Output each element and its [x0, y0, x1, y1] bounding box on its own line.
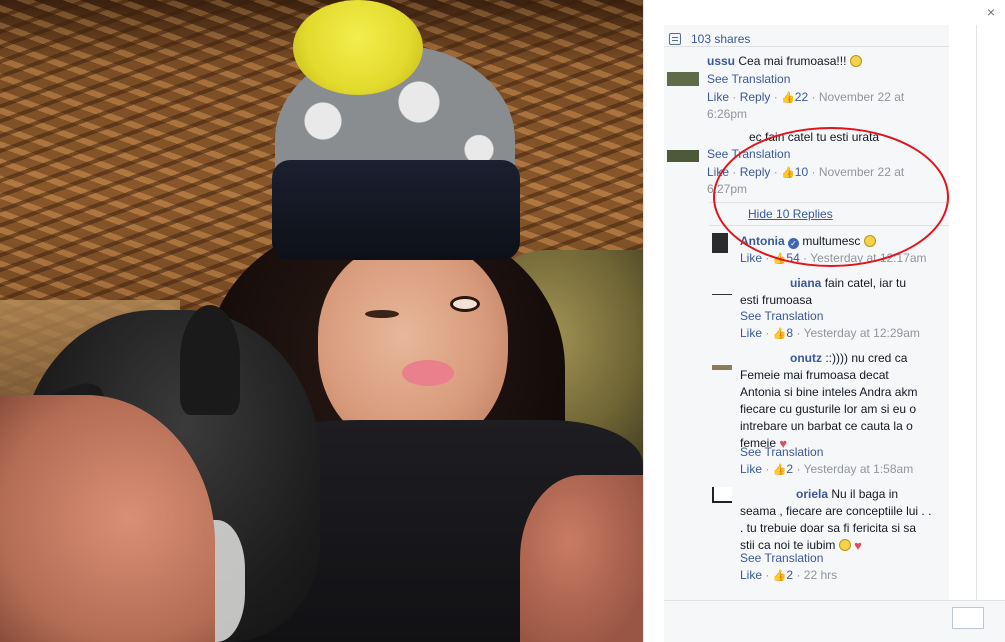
- timestamp[interactable]: 22 hrs: [804, 568, 837, 582]
- lips: [402, 360, 454, 386]
- hide-replies-link[interactable]: Hide 10 Replies: [748, 206, 833, 223]
- reply-actions: Like · 👍2 · 22 hrs: [740, 567, 837, 585]
- comment-author[interactable]: ussu: [707, 54, 735, 68]
- like-count[interactable]: 👍54: [773, 251, 800, 265]
- reply-link[interactable]: Reply: [740, 90, 771, 104]
- divider: [709, 202, 949, 203]
- reply-link[interactable]: Reply: [740, 165, 771, 179]
- thumbs-up-icon: 👍: [781, 92, 795, 104]
- like-count[interactable]: 👍8: [773, 326, 793, 340]
- see-translation-link[interactable]: See Translation: [740, 444, 823, 461]
- comment-text: ussu Cea mai frumoasa!!!: [707, 53, 862, 70]
- emoji-icon: [838, 539, 851, 551]
- pompom: [293, 0, 423, 95]
- beanie-band: [272, 160, 520, 260]
- see-translation-link[interactable]: See Translation: [707, 146, 790, 163]
- timestamp-cont: 6:26pm: [707, 107, 748, 121]
- emoji-icon: [849, 55, 862, 67]
- like-link[interactable]: Like: [707, 90, 729, 104]
- comment-actions: Like · Reply · 👍10 · November 22 at: [707, 164, 917, 182]
- avatar[interactable]: [712, 294, 732, 295]
- timestamp-cont: 6:27pm: [707, 182, 748, 196]
- like-link[interactable]: Like: [740, 326, 762, 340]
- reply-text: onutz ::)))) nu cred ca Femeie mai frumo…: [740, 351, 918, 451]
- reply-actions: Like · 👍2 · Yesterday at 1:58am: [740, 461, 913, 479]
- timestamp[interactable]: November 22 at: [819, 90, 904, 104]
- comment-footer: [664, 600, 1005, 642]
- thumbs-up-icon: 👍: [772, 328, 787, 340]
- comments-panel: × 103 shares ussu Cea mai frumoasa!!! Se…: [643, 0, 1005, 642]
- divider: [709, 225, 949, 226]
- see-translation-link[interactable]: See Translation: [740, 308, 823, 325]
- eye: [365, 310, 399, 318]
- see-translation-link[interactable]: See Translation: [707, 71, 790, 88]
- arm: [520, 475, 643, 642]
- thumbs-up-icon: 👍: [781, 167, 795, 179]
- like-link[interactable]: Like: [740, 251, 762, 265]
- reply-text: uiana fain catel, iar tu esti frumoasa: [740, 276, 907, 307]
- shares-row: 103 shares: [664, 29, 949, 47]
- thumbs-up-icon: 👍: [772, 570, 787, 582]
- photo: [0, 0, 643, 642]
- dog-ear: [180, 305, 240, 415]
- like-count[interactable]: 👍2: [773, 462, 793, 476]
- eye: [450, 296, 480, 312]
- comment-input[interactable]: [952, 607, 984, 629]
- see-translation-link[interactable]: See Translation: [740, 550, 823, 567]
- like-link[interactable]: Like: [707, 165, 729, 179]
- thumbs-up-icon: 👍: [772, 464, 787, 476]
- thumbs-up-icon: 👍: [772, 253, 787, 265]
- comments-list: 103 shares ussu Cea mai frumoasa!!! See …: [664, 25, 949, 600]
- comment-actions: Like · Reply · 👍22 · November 22 at: [707, 89, 917, 107]
- verified-icon: ✓: [788, 238, 800, 249]
- timestamp[interactable]: Yesterday at 12:17am: [810, 251, 926, 265]
- avatar[interactable]: [667, 150, 699, 162]
- reply-text: Antonia ✓ multumesc: [740, 233, 876, 250]
- close-button[interactable]: ×: [983, 4, 999, 20]
- reply-actions: Like · 👍8 · Yesterday at 12:29am: [740, 325, 920, 343]
- like-count[interactable]: 👍22: [781, 90, 808, 104]
- like-count[interactable]: 👍2: [773, 568, 793, 582]
- comment-text: ec fain catel tu esti urata: [749, 130, 880, 144]
- like-link[interactable]: Like: [740, 462, 762, 476]
- avatar[interactable]: [667, 72, 699, 86]
- timestamp[interactable]: Yesterday at 1:58am: [804, 462, 914, 476]
- panel-edge: [976, 25, 1005, 600]
- reply-author[interactable]: uiana: [790, 276, 821, 290]
- heart-icon: ♥: [854, 538, 862, 553]
- reply-actions: Like · 👍54 · Yesterday at 12:17am: [740, 250, 927, 268]
- scroll-gutter: [949, 25, 979, 600]
- reply-author[interactable]: onutz: [790, 351, 822, 365]
- shares-icon: [669, 33, 681, 45]
- like-count[interactable]: 👍10: [781, 165, 808, 179]
- timestamp[interactable]: Yesterday at 12:29am: [804, 326, 920, 340]
- reply-author[interactable]: Antonia: [740, 234, 785, 248]
- avatar[interactable]: [712, 365, 732, 370]
- reply-author[interactable]: oriela: [796, 487, 828, 501]
- reply-text: oriela Nu il baga in seama , fiecare are…: [740, 487, 932, 553]
- emoji-icon: [863, 235, 876, 247]
- like-link[interactable]: Like: [740, 568, 762, 582]
- timestamp[interactable]: November 22 at: [819, 165, 904, 179]
- avatar[interactable]: [712, 487, 732, 503]
- avatar[interactable]: [712, 233, 728, 253]
- shares-link[interactable]: 103 shares: [691, 32, 750, 46]
